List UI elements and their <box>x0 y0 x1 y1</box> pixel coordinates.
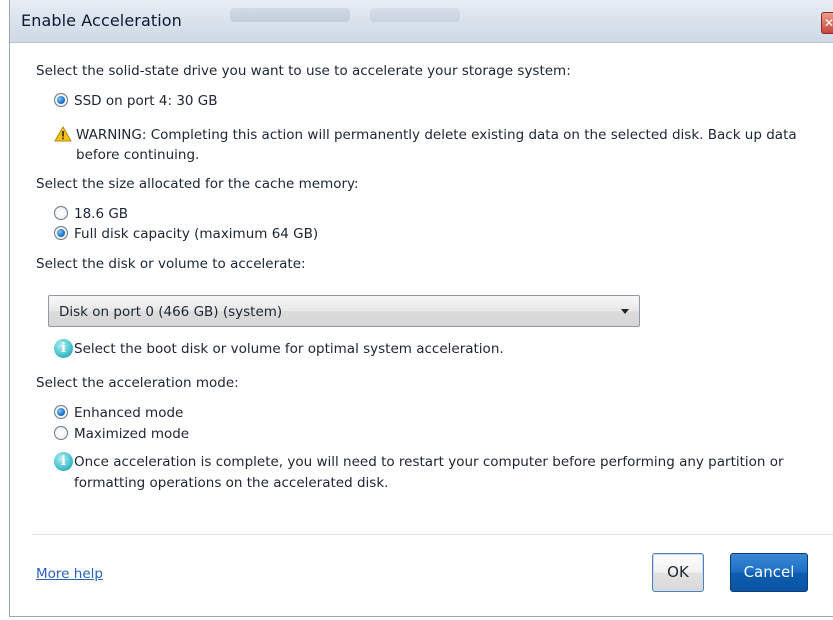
info-icon: i <box>54 452 73 471</box>
footer-divider <box>32 534 833 535</box>
background-tab <box>230 8 350 22</box>
more-help-link[interactable]: More help <box>36 566 103 582</box>
dialog-title: Enable Acceleration <box>21 11 182 30</box>
dialog-content-lower: i Select the boot disk or volume for opt… <box>10 43 833 616</box>
mode-option-enhanced[interactable]: Enhanced mode <box>54 405 183 421</box>
background-tab <box>370 8 460 22</box>
close-button[interactable]: ✕ <box>821 12 833 34</box>
mode-option-label: Maximized mode <box>74 426 190 442</box>
enhanced-mode-radio[interactable] <box>54 405 68 419</box>
close-icon: ✕ <box>824 16 833 30</box>
mode-option-maximized[interactable]: Maximized mode <box>54 426 189 442</box>
enable-acceleration-dialog: Enable Acceleration ✕ Select the solid-s… <box>9 0 833 617</box>
cancel-button[interactable]: Cancel <box>730 553 808 592</box>
info-icon: i <box>54 339 73 358</box>
title-bar: Enable Acceleration ✕ <box>10 0 833 43</box>
maximized-mode-radio[interactable] <box>54 426 68 440</box>
mode-info-line1: Once acceleration is complete, you will … <box>74 454 784 470</box>
mode-option-label: Enhanced mode <box>74 405 184 421</box>
volume-info-text: Select the boot disk or volume for optim… <box>74 341 504 357</box>
mode-info-line2: formatting operations on the accelerated… <box>74 475 389 491</box>
mode-prompt: Select the acceleration mode: <box>36 375 239 391</box>
ok-button[interactable]: OK <box>652 553 704 592</box>
